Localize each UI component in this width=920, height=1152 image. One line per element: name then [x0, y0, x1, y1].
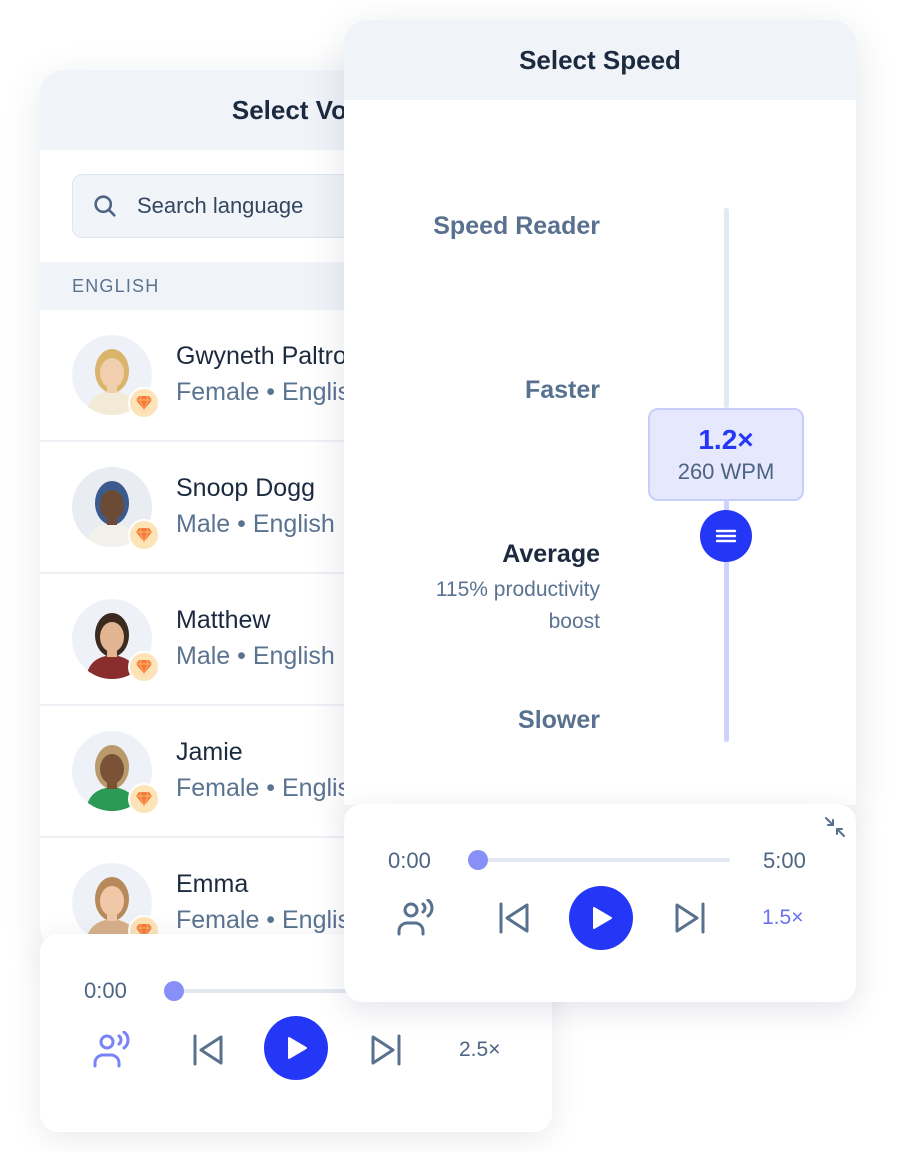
skip-back-icon: [499, 902, 529, 934]
play-button[interactable]: [264, 1016, 328, 1080]
skip-back-icon: [193, 1034, 223, 1066]
skip-forward-button[interactable]: [670, 898, 710, 938]
diamond-icon: [136, 395, 152, 411]
speed-slider-track-upper[interactable]: [724, 208, 729, 408]
avatar-container: [72, 863, 160, 947]
speed-option-average[interactable]: Average: [502, 540, 600, 569]
speed-panel-header: Select Speed: [344, 20, 856, 100]
premium-badge: [128, 519, 160, 551]
current-time: 0:00: [388, 848, 431, 873]
progress-track[interactable]: [478, 858, 730, 862]
skip-forward-icon: [371, 1034, 401, 1066]
speed-value-tooltip: 1.2× 260 WPM: [648, 408, 804, 501]
premium-badge: [128, 651, 160, 683]
speed-option-average-description: 115% productivity boost: [435, 578, 600, 633]
current-time: 0:00: [84, 978, 127, 1003]
speed-wpm: 260 WPM: [677, 458, 775, 484]
voice-select-button[interactable]: [392, 898, 438, 938]
voice-text: Matthew Male • English: [176, 603, 335, 675]
speed-slider-handle[interactable]: [700, 510, 752, 562]
play-button[interactable]: [569, 886, 633, 950]
drag-handle-icon: [715, 529, 737, 543]
avatar-container: [72, 731, 160, 815]
diamond-icon: [136, 527, 152, 543]
minimize-button[interactable]: [820, 812, 850, 842]
avatar-container: [72, 599, 160, 683]
voice-select-button[interactable]: [88, 1030, 134, 1070]
voice-meta: Male • English: [176, 510, 335, 538]
voice-text: Snoop Dogg Male • English: [176, 471, 335, 543]
diamond-icon: [136, 659, 152, 675]
total-time: 5:00: [763, 848, 806, 873]
skip-back-button[interactable]: [188, 1030, 228, 1070]
progress-knob[interactable]: [164, 981, 184, 1001]
speed-option-slower[interactable]: Slower: [518, 706, 600, 735]
speed-multiplier: 1.2×: [698, 423, 754, 455]
avatar-container: [72, 467, 160, 551]
search-icon: [94, 195, 116, 217]
playback-speed-button[interactable]: 1.5×: [762, 906, 803, 930]
skip-forward-icon: [675, 902, 705, 934]
voice-meta: Female • English: [176, 774, 365, 802]
diamond-icon: [136, 791, 152, 807]
voice-name: Gwyneth Paltrow: [176, 342, 365, 370]
voice-name: Emma: [176, 870, 249, 898]
voice-meta: Female • English: [176, 378, 365, 406]
voice-meta: Male • English: [176, 642, 335, 670]
minimize-arrows-icon: [825, 817, 845, 837]
speed-panel-title: Select Speed: [519, 44, 681, 75]
skip-back-button[interactable]: [494, 898, 534, 938]
playback-speed-button[interactable]: 2.5×: [459, 1038, 500, 1062]
voice-text: Gwyneth Paltrow Female • English: [176, 339, 365, 411]
speed-option-speed-reader[interactable]: Speed Reader: [433, 212, 600, 241]
play-icon: [593, 907, 612, 929]
avatar-container: [72, 335, 160, 419]
voice-text: Jamie Female • English: [176, 735, 364, 807]
premium-badge: [128, 387, 160, 419]
voice-text: Emma Female • English: [176, 867, 364, 939]
voice-name: Snoop Dogg: [176, 474, 316, 502]
premium-badge: [128, 783, 160, 815]
skip-forward-button[interactable]: [366, 1030, 406, 1070]
voice-name: Jamie: [176, 738, 243, 766]
voice-person-icon: [397, 899, 434, 936]
speed-option-faster[interactable]: Faster: [525, 376, 600, 405]
voice-name: Matthew: [176, 606, 271, 634]
select-speed-panel: Select Speed Speed Reader Faster Average…: [344, 20, 856, 805]
audio-player: 0:00 5:00 1.5×: [344, 804, 856, 1002]
voice-person-icon: [93, 1031, 130, 1068]
play-icon: [288, 1037, 307, 1059]
progress-knob[interactable]: [468, 850, 488, 870]
